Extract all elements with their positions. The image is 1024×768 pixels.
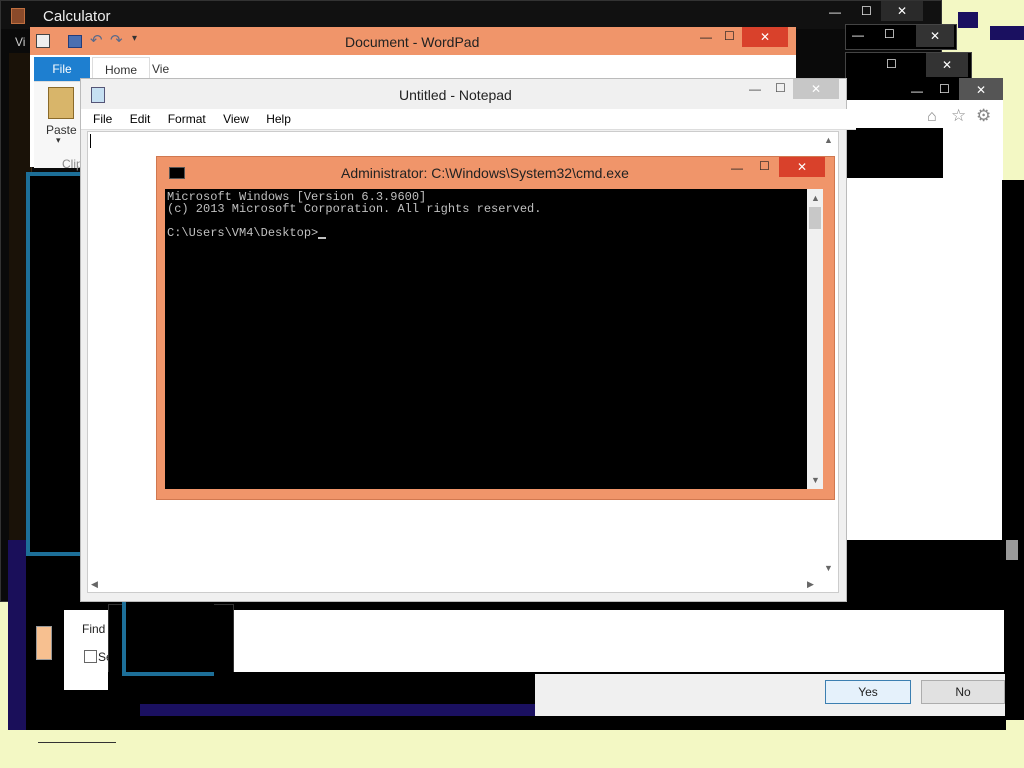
background-window-dark-2: ☐ ✕	[845, 52, 972, 80]
paste-icon[interactable]	[48, 87, 74, 119]
notepad-menubar: File Edit Format View Help	[81, 109, 856, 130]
bg-win1-close[interactable]: ✕	[916, 25, 954, 47]
wordpad-minimize-button[interactable]: —	[700, 30, 712, 44]
cmd-prompt: C:\Users\VM4\Desktop>	[167, 226, 319, 240]
teal-window-lower	[122, 596, 214, 676]
quick-access-dropdown-icon[interactable]: ▾	[132, 33, 137, 44]
cmd-title: Administrator: C:\Windows\System32\cmd.e…	[341, 165, 629, 181]
notepad-scroll-down-icon[interactable]: ▼	[824, 563, 833, 573]
cmd-cursor	[318, 237, 327, 239]
wordpad-maximize-button[interactable]: ☐	[724, 29, 735, 43]
undo-icon[interactable]: ↶	[90, 31, 103, 49]
notepad-app-icon	[91, 87, 105, 103]
navy-accent-top-right	[958, 12, 978, 28]
paste-label[interactable]: Paste	[46, 123, 77, 137]
paste-dropdown-icon[interactable]: ▾	[56, 135, 61, 146]
notepad-minimize-button[interactable]: —	[749, 82, 761, 96]
teal-window	[26, 172, 84, 556]
bg-win2-maximize[interactable]: ☐	[886, 57, 897, 71]
cmd-close-button[interactable]: ✕	[779, 157, 825, 177]
cmd-minimize-button[interactable]: —	[731, 161, 743, 175]
favorites-star-icon[interactable]: ☆	[951, 106, 966, 126]
yes-button[interactable]: Yes	[825, 680, 911, 704]
cmd-scroll-thumb[interactable]	[809, 207, 821, 229]
bg-win3-maximize[interactable]: ☐	[939, 82, 950, 96]
no-button[interactable]: No	[921, 680, 1005, 704]
bg-win1-minimize[interactable]: —	[852, 28, 864, 42]
notepad-text-cursor	[90, 134, 91, 148]
bg-win2-close[interactable]: ✕	[926, 53, 968, 77]
calculator-close-button[interactable]: ✕	[881, 1, 923, 21]
calculator-titlebar[interactable]	[1, 1, 941, 29]
notepad-scroll-left-icon[interactable]: ◀	[91, 579, 98, 590]
cmd-scroll-down-icon[interactable]: ▼	[811, 475, 820, 485]
bg-win1-maximize[interactable]: ☐	[884, 27, 895, 41]
wordpad-close-button[interactable]: ✕	[742, 27, 788, 47]
cmd-line-2: (c) 2013 Microsoft Corporation. All righ…	[167, 202, 542, 216]
menu-edit[interactable]: Edit	[130, 112, 151, 126]
notepad-title: Untitled - Notepad	[399, 87, 512, 103]
navy-bottom-bar	[140, 704, 535, 716]
settings-gear-icon[interactable]: ⚙	[976, 106, 991, 126]
notepad-close-button[interactable]: ✕	[793, 79, 839, 99]
cmd-prompt-row: C:\Users\VM4\Desktop>	[167, 227, 805, 239]
notepad-scroll-up-icon[interactable]: ▲	[824, 135, 833, 145]
calculator-menu-view[interactable]: Vi	[15, 35, 25, 49]
menu-help[interactable]: Help	[266, 112, 291, 126]
menu-file[interactable]: File	[93, 112, 112, 126]
redo-icon[interactable]: ↷	[110, 31, 123, 49]
search-checkbox[interactable]	[84, 650, 97, 663]
calculator-title: Calculator	[43, 8, 111, 25]
cmd-window: Administrator: C:\Windows\System32\cmd.e…	[156, 156, 835, 500]
browser-black-pane	[843, 128, 943, 178]
wordpad-title: Document - WordPad	[345, 34, 480, 50]
scrollbar-thumb-right[interactable]	[1006, 540, 1018, 560]
orange-swatch	[36, 626, 52, 660]
calculator-app-icon	[11, 8, 25, 24]
cmd-maximize-button[interactable]: ☐	[759, 159, 770, 173]
bg-win3-minimize[interactable]: —	[911, 84, 923, 98]
bg-win3-close[interactable]: ✕	[959, 78, 1003, 102]
cmd-console[interactable]: Microsoft Windows [Version 6.3.9600] (c)…	[165, 189, 807, 489]
quick-save-icon[interactable]	[68, 35, 82, 48]
menu-view[interactable]: View	[223, 112, 249, 126]
notepad-maximize-button[interactable]: ☐	[775, 81, 786, 95]
calculator-maximize-button[interactable]: ☐	[861, 4, 872, 18]
bottom-underline	[38, 742, 116, 743]
cmd-scrollbar[interactable]	[807, 189, 823, 489]
calculator-minimize-button[interactable]: —	[829, 5, 841, 19]
home-icon[interactable]: ⌂	[927, 108, 937, 126]
notepad-scroll-right-icon[interactable]: ▶	[807, 579, 814, 590]
background-window-dark-1: — ☐ ✕	[845, 24, 957, 50]
cmd-app-icon	[169, 167, 185, 179]
wordpad-app-icon	[36, 34, 50, 48]
cmd-scroll-up-icon[interactable]: ▲	[811, 193, 820, 203]
menu-format[interactable]: Format	[168, 112, 206, 126]
navy-accent-top-right-2	[990, 26, 1024, 40]
